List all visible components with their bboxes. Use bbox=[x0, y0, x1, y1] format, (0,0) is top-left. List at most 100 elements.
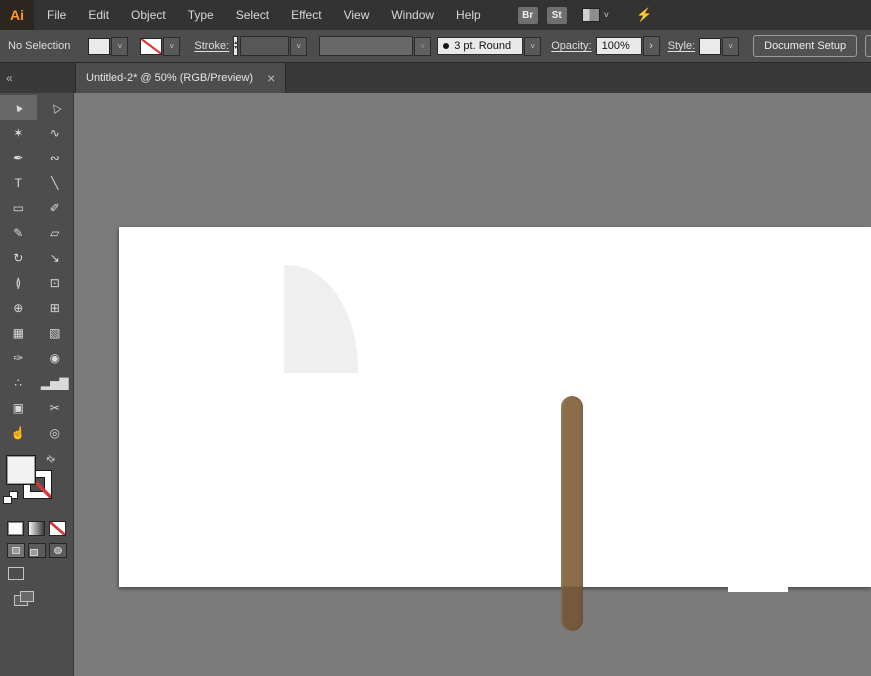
selection-tool[interactable]: ▲ bbox=[0, 95, 37, 120]
menu-select[interactable]: Select bbox=[225, 0, 280, 30]
column-graph-tool-icon: ▂▅▇ bbox=[41, 376, 69, 390]
gpu-performance-icon[interactable]: ⚡ bbox=[636, 7, 652, 23]
opacity-flyout-button[interactable]: › bbox=[643, 36, 660, 56]
hand-tool-icon: ☝ bbox=[11, 426, 26, 440]
brush-definition-field[interactable]: 3 pt. Round bbox=[437, 37, 523, 55]
menu-items: File Edit Object Type Select Effect View… bbox=[34, 0, 492, 30]
fill-color-dropdown-button[interactable]: ˅ bbox=[111, 37, 128, 56]
rectangle-tool[interactable]: ▭ bbox=[0, 195, 37, 220]
draw-inside-button[interactable] bbox=[49, 543, 67, 558]
popsicle-stick-shape[interactable] bbox=[561, 396, 583, 631]
curvature-tool-icon: ∾ bbox=[50, 151, 60, 165]
direct-selection-tool[interactable]: △ bbox=[37, 95, 74, 120]
fill-proxy-swatch[interactable] bbox=[6, 455, 36, 485]
mesh-tool-icon: ▦ bbox=[13, 326, 24, 340]
slice-tool[interactable]: ✂ bbox=[37, 395, 74, 420]
draw-behind-button[interactable] bbox=[28, 543, 46, 558]
style-control: ˅ bbox=[699, 37, 739, 56]
scale-tool[interactable]: ↘ bbox=[37, 245, 74, 270]
document-tab[interactable]: Untitled-2* @ 50% (RGB/Preview) × bbox=[75, 63, 286, 93]
white-rectangle-shape[interactable] bbox=[728, 580, 788, 592]
width-profile-dropdown-button[interactable]: ˅ bbox=[414, 37, 431, 56]
menu-type[interactable]: Type bbox=[177, 0, 225, 30]
document-setup-button[interactable]: Document Setup bbox=[753, 35, 857, 57]
stock-button[interactable]: St bbox=[547, 7, 567, 24]
quarter-circle-shape[interactable] bbox=[284, 265, 358, 373]
stroke-weight-dropdown-button[interactable]: ˅ bbox=[290, 37, 307, 56]
gradient-button[interactable] bbox=[28, 521, 45, 536]
brush-preview-dot-icon bbox=[443, 43, 449, 49]
preferences-button[interactable]: Preferences bbox=[865, 35, 871, 57]
overlapping-windows-icon[interactable] bbox=[14, 591, 33, 606]
default-fill-stroke-icon[interactable] bbox=[3, 491, 18, 504]
artboard-tool-icon: ▣ bbox=[13, 401, 24, 415]
column-graph-tool[interactable]: ▂▅▇ bbox=[37, 370, 74, 395]
mesh-tool[interactable]: ▦ bbox=[0, 320, 37, 345]
type-tool[interactable]: T bbox=[0, 170, 37, 195]
free-transform-tool-icon: ⊡ bbox=[50, 276, 60, 290]
opacity-label[interactable]: Opacity: bbox=[551, 40, 591, 52]
menu-view[interactable]: View bbox=[333, 0, 381, 30]
none-button[interactable] bbox=[49, 521, 66, 536]
brush-definition-value: 3 pt. Round bbox=[454, 40, 511, 52]
close-tab-icon[interactable]: × bbox=[267, 71, 275, 85]
free-transform-tool[interactable]: ⊡ bbox=[37, 270, 74, 295]
width-profile-preview[interactable] bbox=[319, 36, 413, 56]
lasso-tool[interactable]: ∿ bbox=[37, 120, 74, 145]
stroke-color-dropdown-button[interactable]: ˅ bbox=[163, 37, 180, 56]
bridge-button[interactable]: Br bbox=[518, 7, 538, 24]
width-tool[interactable]: ≬ bbox=[0, 270, 37, 295]
pencil-tool[interactable]: ✎ bbox=[0, 220, 37, 245]
stroke-color-control: ˅ bbox=[140, 37, 180, 56]
draw-mode-buttons bbox=[7, 543, 73, 558]
screen-mode-button[interactable] bbox=[8, 567, 24, 580]
perspective-grid-tool[interactable]: ⊞ bbox=[37, 295, 74, 320]
eraser-tool[interactable]: ▱ bbox=[37, 220, 74, 245]
canvas[interactable] bbox=[74, 93, 871, 676]
workspace-switcher[interactable]: ˅ bbox=[582, 8, 609, 22]
menu-file[interactable]: File bbox=[36, 0, 77, 30]
brush-definition-dropdown-button[interactable]: ˅ bbox=[524, 37, 541, 56]
menu-effect[interactable]: Effect bbox=[280, 0, 332, 30]
magic-wand-tool[interactable]: ✶ bbox=[0, 120, 37, 145]
artboard-tool[interactable]: ▣ bbox=[0, 395, 37, 420]
curvature-tool[interactable]: ∾ bbox=[37, 145, 74, 170]
menu-bar: Ai File Edit Object Type Select Effect V… bbox=[0, 0, 871, 30]
menu-window[interactable]: Window bbox=[380, 0, 445, 30]
swap-fill-stroke-icon[interactable]: ⇄ bbox=[43, 453, 57, 467]
opacity-field[interactable]: 100% bbox=[596, 37, 642, 55]
draw-normal-button[interactable] bbox=[7, 543, 25, 558]
artboard[interactable] bbox=[119, 227, 871, 587]
stroke-weight-stepper[interactable]: ▴ ▾ bbox=[233, 36, 238, 56]
app-bar-right: Br St ˅ ⚡ bbox=[518, 0, 652, 30]
gradient-tool[interactable]: ▧ bbox=[37, 320, 74, 345]
eyedropper-tool[interactable]: ✑ bbox=[0, 345, 37, 370]
stroke-label[interactable]: Stroke: bbox=[194, 40, 229, 52]
opacity-control: 100% › bbox=[596, 36, 660, 56]
eraser-tool-icon: ▱ bbox=[50, 226, 59, 240]
style-label[interactable]: Style: bbox=[668, 40, 696, 52]
direct-selection-tool-icon: △ bbox=[48, 100, 62, 116]
menu-object[interactable]: Object bbox=[120, 0, 177, 30]
stroke-weight-field[interactable] bbox=[240, 36, 289, 56]
paintbrush-tool[interactable]: ✐ bbox=[37, 195, 74, 220]
collapse-tools-panel-button[interactable]: « bbox=[0, 63, 73, 93]
symbol-sprayer-tool[interactable]: ∴ bbox=[0, 370, 37, 395]
rotate-tool[interactable]: ↻ bbox=[0, 245, 37, 270]
style-dropdown-button[interactable]: ˅ bbox=[722, 37, 739, 56]
menu-edit[interactable]: Edit bbox=[77, 0, 120, 30]
perspective-grid-tool-icon: ⊞ bbox=[50, 301, 60, 315]
fill-color-swatch[interactable] bbox=[88, 38, 110, 55]
shape-builder-tool[interactable]: ⊕ bbox=[0, 295, 37, 320]
blend-tool[interactable]: ◉ bbox=[37, 345, 74, 370]
tools-grid: ▲ △ ✶ ∿ ✒ ∾ T ╲ ▭ ✐ ✎ ▱ ↻ ↘ ≬ ⊡ ⊕ ⊞ ▦ ▧ … bbox=[0, 93, 73, 445]
line-segment-tool[interactable]: ╲ bbox=[37, 170, 74, 195]
color-button[interactable] bbox=[7, 521, 24, 536]
stroke-color-swatch[interactable] bbox=[140, 38, 162, 55]
chevron-down-icon: ˅ bbox=[530, 42, 535, 51]
style-swatch[interactable] bbox=[699, 38, 721, 55]
hand-tool[interactable]: ☝ bbox=[0, 420, 37, 445]
menu-help[interactable]: Help bbox=[445, 0, 492, 30]
zoom-tool[interactable]: ◎ bbox=[37, 420, 74, 445]
pen-tool[interactable]: ✒ bbox=[0, 145, 37, 170]
